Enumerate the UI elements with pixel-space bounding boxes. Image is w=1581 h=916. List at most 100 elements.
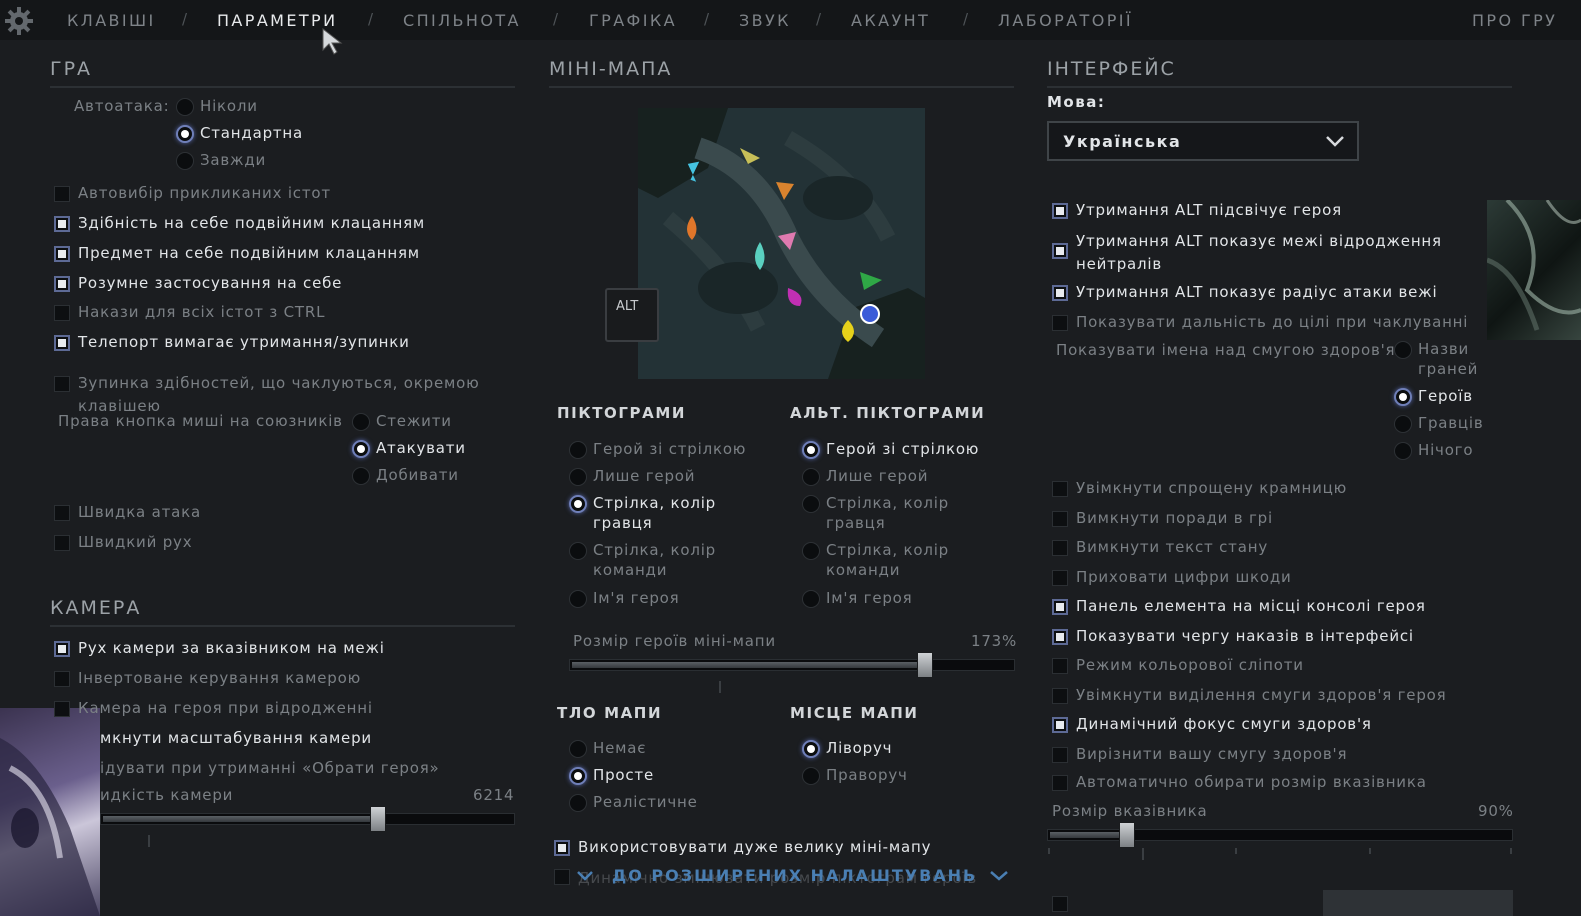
icon-option-2-radio[interactable] bbox=[569, 495, 587, 513]
section-divider bbox=[50, 86, 515, 88]
iface-check-3-checkbox[interactable] bbox=[1052, 570, 1068, 586]
alt-icon-option-1-radio[interactable] bbox=[802, 468, 820, 486]
rmb-option-1-label: Атакувати bbox=[376, 439, 466, 457]
camera-speed-label: идкість камери bbox=[100, 786, 234, 804]
camera-check-2-checkbox[interactable] bbox=[54, 701, 70, 717]
tab-labs[interactable]: ЛАБОРАТОРІЇ bbox=[998, 11, 1133, 30]
hero-size-slider[interactable] bbox=[569, 652, 1015, 678]
map-bg-option-0-label: Немає bbox=[593, 739, 647, 757]
bottom-button[interactable] bbox=[1323, 890, 1513, 916]
game-check-0-checkbox[interactable] bbox=[54, 186, 70, 202]
alt-icon-option-2-radio[interactable] bbox=[802, 495, 820, 513]
iface-check-5-checkbox[interactable] bbox=[1052, 629, 1068, 645]
names-option-0-radio[interactable] bbox=[1394, 341, 1412, 359]
language-dropdown[interactable]: Українська bbox=[1047, 121, 1359, 161]
map-bg-option-1-radio[interactable] bbox=[569, 767, 587, 785]
names-option-3-label: Нічого bbox=[1418, 441, 1474, 459]
iface-check-9-label: Вирізнити вашу смугу здоров'я bbox=[1076, 745, 1348, 763]
map-bg-option-0-radio[interactable] bbox=[569, 740, 587, 758]
large-minimap-checkbox[interactable] bbox=[554, 840, 570, 856]
hero-artwork-image bbox=[1487, 200, 1581, 340]
icon-option-1-radio[interactable] bbox=[569, 468, 587, 486]
iface-top-check-1-checkbox[interactable] bbox=[1052, 243, 1068, 259]
game-check-3-checkbox[interactable] bbox=[54, 276, 70, 292]
rmb-option-1-radio[interactable] bbox=[352, 440, 370, 458]
nav-separator: / bbox=[963, 10, 969, 28]
slider-handle[interactable] bbox=[369, 806, 386, 832]
nav-separator: / bbox=[816, 10, 822, 28]
iface-top-check-3-checkbox[interactable] bbox=[1052, 315, 1068, 331]
iface-check-10-checkbox[interactable] bbox=[1052, 775, 1068, 791]
iface-check-2-checkbox[interactable] bbox=[1052, 540, 1068, 556]
dynamic-icon-size-checkbox[interactable] bbox=[554, 869, 570, 885]
game-check-4-checkbox[interactable] bbox=[54, 305, 70, 321]
icon-option-4-radio[interactable] bbox=[569, 590, 587, 608]
tab-video[interactable]: ГРАФІКА bbox=[589, 11, 677, 30]
alt-icon-option-0-radio[interactable] bbox=[802, 441, 820, 459]
map-place-option-1-radio[interactable] bbox=[802, 767, 820, 785]
iface-check-0-checkbox[interactable] bbox=[1052, 481, 1068, 497]
advanced-settings-link[interactable]: ДО РОЗШИРЕНИХ НАЛАШТУВАНЬ bbox=[577, 866, 1009, 885]
names-option-1-radio[interactable] bbox=[1394, 388, 1412, 406]
autoattack-option-1-radio[interactable] bbox=[176, 125, 194, 143]
iface-check-1-checkbox[interactable] bbox=[1052, 511, 1068, 527]
iface-check-3-label: Приховати цифри шкоди bbox=[1076, 568, 1292, 586]
autoattack-option-1-label: Стандартна bbox=[200, 124, 304, 142]
game-check-1-checkbox[interactable] bbox=[54, 216, 70, 232]
pointer-size-value: 90% bbox=[1478, 802, 1514, 820]
iface-check-7-checkbox[interactable] bbox=[1052, 688, 1068, 704]
tab-options[interactable]: ПАРАМЕТРИ bbox=[217, 11, 337, 30]
gear-icon[interactable] bbox=[4, 6, 34, 36]
game-check-1-label: Здібність на себе подвійним клацанням bbox=[78, 214, 426, 232]
rmb-option-0-radio[interactable] bbox=[352, 413, 370, 431]
iface-check-6-checkbox[interactable] bbox=[1052, 658, 1068, 674]
names-option-2-radio[interactable] bbox=[1394, 415, 1412, 433]
quick-check-1-checkbox[interactable] bbox=[54, 535, 70, 551]
map-bg-option-2-radio[interactable] bbox=[569, 794, 587, 812]
map-place-option-0-radio[interactable] bbox=[802, 740, 820, 758]
iface-top-check-0-checkbox[interactable] bbox=[1052, 203, 1068, 219]
iface-check-8-label: Динамічний фокус смуги здоров'я bbox=[1076, 715, 1372, 733]
iface-check-9-checkbox[interactable] bbox=[1052, 747, 1068, 763]
alt-icon-option-2-label: Стрілка, колір bbox=[826, 494, 949, 512]
autoattack-option-0-radio[interactable] bbox=[176, 98, 194, 116]
quick-check-0-checkbox[interactable] bbox=[54, 505, 70, 521]
camera-check-2-label: Камера на героя при відродженні bbox=[78, 699, 373, 717]
rmb-option-0-label: Стежити bbox=[376, 412, 452, 430]
tab-about[interactable]: ПРО ГРУ bbox=[1472, 11, 1557, 30]
alt-icon-option-4-radio[interactable] bbox=[802, 590, 820, 608]
icon-option-3-radio[interactable] bbox=[569, 542, 587, 560]
alt-icon-option-2-label-line2: гравця bbox=[826, 514, 886, 532]
camera-follow-label: ідувати при утриманні «Обрати героя» bbox=[100, 759, 440, 777]
icon-option-0-radio[interactable] bbox=[569, 441, 587, 459]
slider-handle[interactable] bbox=[917, 652, 934, 678]
iface-check-6-label: Режим кольорової сліпоти bbox=[1076, 656, 1304, 674]
slider-tick bbox=[719, 681, 721, 693]
game-check-2-checkbox[interactable] bbox=[54, 246, 70, 262]
names-option-3-radio[interactable] bbox=[1394, 442, 1412, 460]
pointer-size-slider[interactable] bbox=[1047, 822, 1513, 848]
iface-top-check-2-checkbox[interactable] bbox=[1052, 285, 1068, 301]
tab-keys[interactable]: КЛАВІШІ bbox=[67, 11, 156, 30]
nav-separator: / bbox=[182, 10, 188, 28]
iface-check-4-checkbox[interactable] bbox=[1052, 599, 1068, 615]
minimap-preview bbox=[638, 108, 925, 379]
game-check-6-checkbox[interactable] bbox=[54, 376, 70, 392]
camera-speed-slider[interactable] bbox=[100, 806, 515, 832]
tab-social[interactable]: СПІЛЬНОТА bbox=[403, 11, 521, 30]
slider-handle[interactable] bbox=[1118, 822, 1135, 848]
autoattack-label: Автоатака: bbox=[74, 97, 170, 115]
game-check-5-checkbox[interactable] bbox=[54, 335, 70, 351]
rmb-option-2-radio[interactable] bbox=[352, 467, 370, 485]
iface-check-8-checkbox[interactable] bbox=[1052, 717, 1068, 733]
alt-icon-option-3-radio[interactable] bbox=[802, 542, 820, 560]
camera-check-0-checkbox[interactable] bbox=[54, 641, 70, 657]
game-check-4-label: Накази для всіх істот з CTRL bbox=[78, 303, 326, 321]
tab-account[interactable]: АКАУНТ bbox=[851, 11, 930, 30]
autoattack-option-2-radio[interactable] bbox=[176, 152, 194, 170]
alt-icon-option-3-label: Стрілка, колір bbox=[826, 541, 949, 559]
slider-tick bbox=[1510, 848, 1512, 854]
camera-check-1-checkbox[interactable] bbox=[54, 671, 70, 687]
tab-audio[interactable]: ЗВУК bbox=[739, 11, 791, 30]
partial-checkbox[interactable] bbox=[1052, 896, 1068, 912]
